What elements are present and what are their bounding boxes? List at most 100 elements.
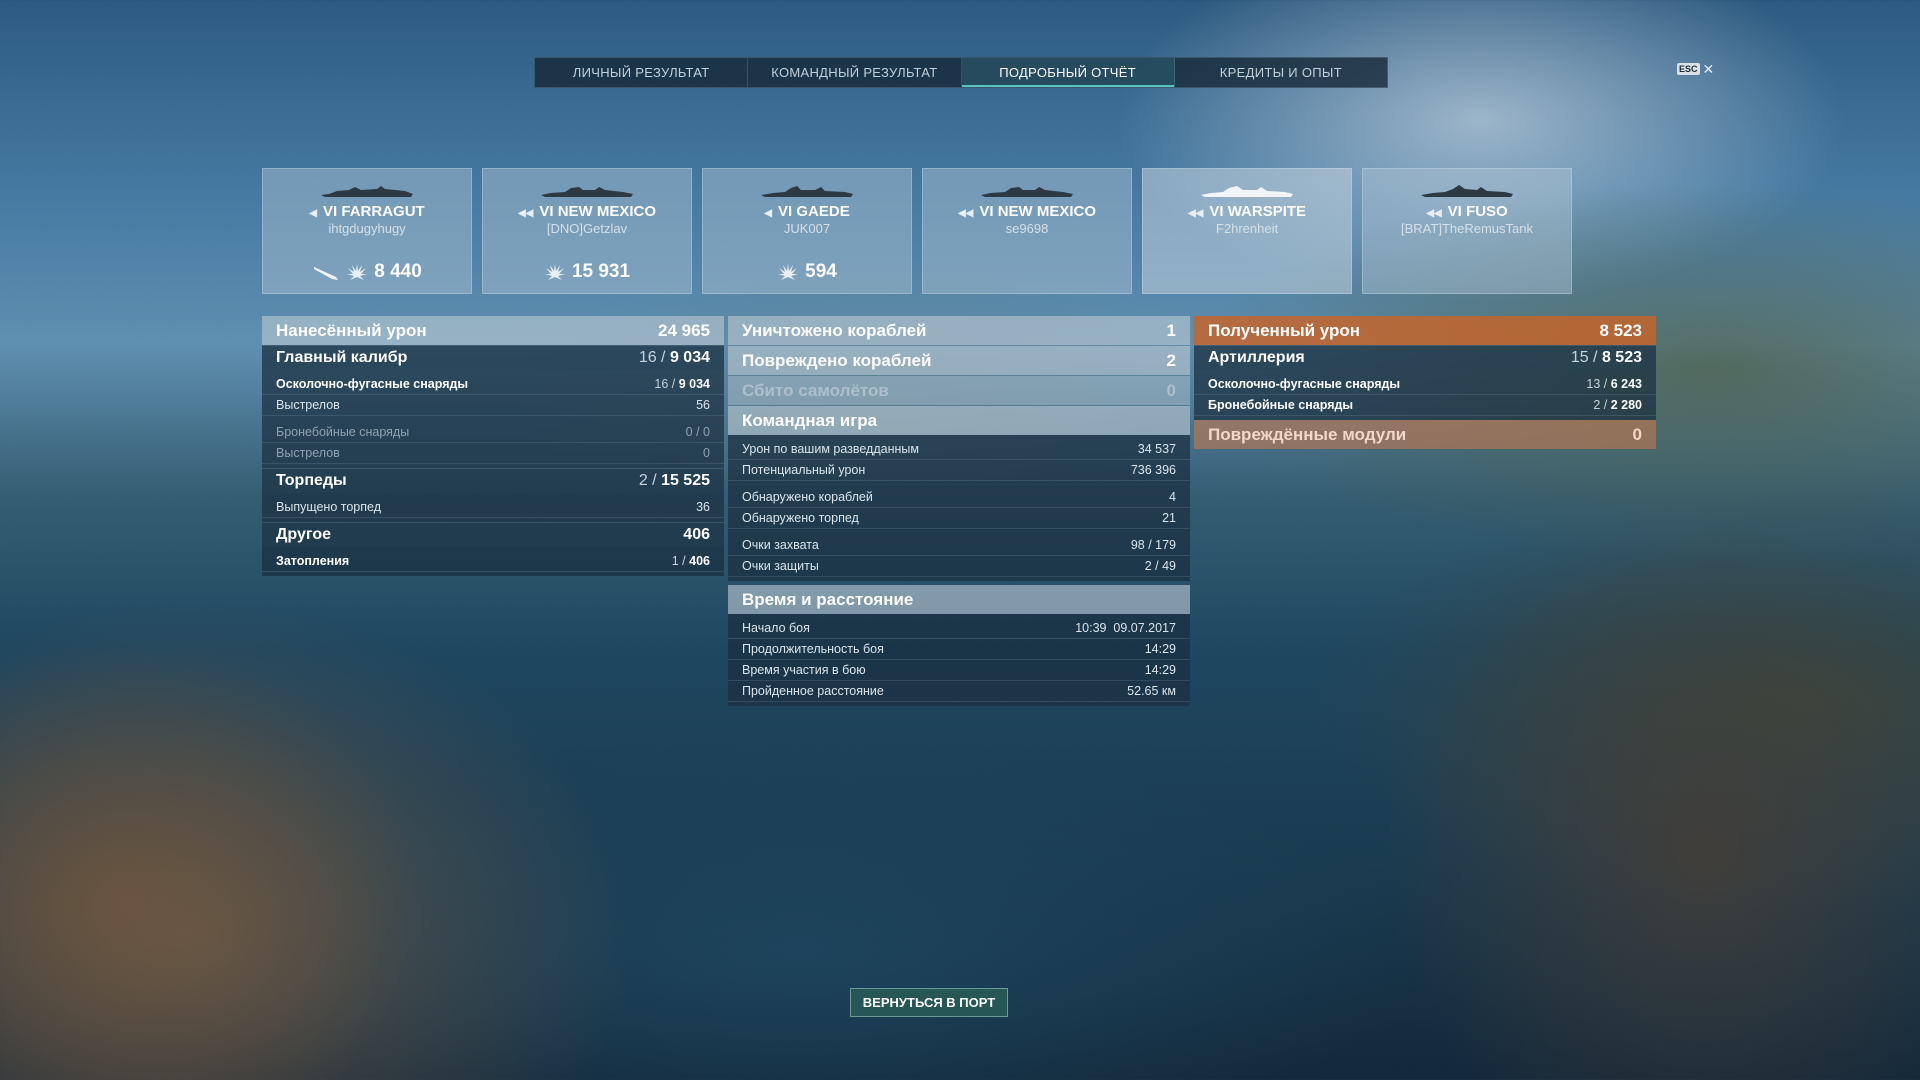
damage-icon xyxy=(778,264,799,280)
ships-destroyed-label: Уничтожено кораблей xyxy=(742,320,927,340)
tab-detailed-report[interactable]: ПОДРОБНЫЙ ОТЧЁТ xyxy=(961,58,1175,87)
row-label: Очки захвата xyxy=(742,538,819,552)
planes-shot-header: Сбито самолётов 0 xyxy=(728,376,1190,405)
ship-cards: ◀ VI FARRAGUT ihtgdugyhugy 8 440 ◀◀ VI NEW… xyxy=(262,168,1572,294)
capture-points-row: Очки захвата 98 / 179 xyxy=(728,535,1190,556)
torpedo-icon xyxy=(314,267,339,280)
damage-value: 15 931 xyxy=(571,261,631,282)
player-name: ihtgdugyhugy xyxy=(328,221,406,236)
damaged-modules-header: Повреждённые модули 0 xyxy=(1194,420,1656,449)
battle-start-row: Начало боя 10:39 09.07.2017 xyxy=(728,618,1190,639)
ship-silhouette-icon xyxy=(321,186,413,197)
ship-tier: VI xyxy=(1447,203,1462,220)
team-play-header: Командная игра xyxy=(728,406,1190,435)
return-to-port-button[interactable]: ВЕРНУТЬСЯ В ПОРТ xyxy=(850,988,1008,1017)
damage-icon xyxy=(347,264,368,280)
potential-damage-row: Потенциальный урон 736 396 xyxy=(728,460,1190,481)
ship-tier: VI xyxy=(1209,203,1224,220)
ship-card[interactable]: ◀◀ VI WARSPITE F2hrenheit xyxy=(1142,168,1352,294)
ship-name: ◀ VI GAEDE xyxy=(703,203,911,220)
ship-name: ◀◀ VI NEW MEXICO xyxy=(923,203,1131,220)
ship-damage: 594 xyxy=(703,261,911,283)
ship-damage: 15 931 xyxy=(483,261,691,283)
artillery-header: Артиллерия 15 / 8 523 xyxy=(1194,345,1656,370)
ship-name: ◀◀ VI WARSPITE xyxy=(1143,203,1351,220)
time-distance-header: Время и расстояние xyxy=(728,585,1190,614)
ships-spotted-row: Обнаружено кораблей 4 xyxy=(728,487,1190,508)
spotting-damage-row: Урон по вашим разведданным 34 537 xyxy=(728,439,1190,460)
ship-title: GAEDE xyxy=(796,203,850,220)
ship-tier: VI xyxy=(539,203,554,220)
tab-credits-xp[interactable]: КРЕДИТЫ И ОПЫТ xyxy=(1175,58,1387,87)
ship-tier: VI xyxy=(979,203,994,220)
tab-team-result[interactable]: КОМАНДНЫЙ РЕЗУЛЬТАТ xyxy=(748,58,962,87)
ship-card[interactable]: ◀ VI GAEDE JUK007 594 xyxy=(702,168,912,294)
row-label: Урон по вашим разведданным xyxy=(742,442,919,456)
torpedoes-header: Торпеды 2 / 15 525 xyxy=(262,468,724,493)
damage-dealt-label: Нанесённый урон xyxy=(276,320,427,340)
distance-row: Пройденное расстояние 52.65 км xyxy=(728,681,1190,702)
he-shells-row: Осколочно-фугасные снаряды 16 / 9 034 xyxy=(262,374,724,395)
torpedoes-value: 2 / 15 525 xyxy=(638,472,710,489)
ship-tier: VI xyxy=(323,203,338,220)
row-value: 10:39 09.07.2017 xyxy=(1075,621,1176,635)
close-icon: ✕ xyxy=(1702,61,1715,77)
he-shells-value: 16 / 9 034 xyxy=(654,377,710,391)
he-shots-label: Выстрелов xyxy=(276,398,340,412)
damage-dealt-panel: Нанесённый урон 24 965 Главный калибр 16… xyxy=(262,316,724,576)
damage-icon xyxy=(544,264,565,280)
ship-card[interactable]: ◀◀ VI FUSO [BRAT]TheRemusTank xyxy=(1362,168,1572,294)
main-caliber-label: Главный калибр xyxy=(276,349,408,366)
torpedoes-label: Торпеды xyxy=(276,472,347,489)
time-in-battle-row: Время участия в бою 14:29 xyxy=(728,660,1190,681)
ship-silhouette-icon xyxy=(541,187,633,197)
damage-value: 594 xyxy=(805,261,837,282)
main-caliber-value: 16 / 9 034 xyxy=(638,349,710,366)
damage-received-panel: Полученный урон 8 523 Артиллерия 15 / 8 … xyxy=(1194,316,1656,449)
ap-shots-value: 0 xyxy=(703,446,710,460)
tab-personal-result[interactable]: ЛИЧНЫЙ РЕЗУЛЬТАТ xyxy=(535,58,749,87)
time-distance-rows: Начало боя 10:39 09.07.2017 Продолжительн… xyxy=(728,614,1190,706)
battleship-icon: ◀◀ xyxy=(1426,208,1442,219)
battleship-icon: ◀◀ xyxy=(517,208,534,219)
ship-name: ◀◀ VI NEW MEXICO xyxy=(483,203,691,220)
player-name: F2hrenheit xyxy=(1215,221,1279,236)
damage-dealt-header: Нанесённый урон 24 965 xyxy=(262,316,724,345)
planes-shot-value: 0 xyxy=(1166,380,1176,400)
close-button[interactable]: ESC ✕ xyxy=(1677,62,1714,76)
torps-fired-value: 36 xyxy=(696,500,710,514)
background-rock xyxy=(0,600,640,1080)
player-name: [DNO]Getzlav xyxy=(546,221,628,236)
ships-destroyed-header: Уничтожено кораблей 1 xyxy=(728,316,1190,345)
received-ap-label: Бронебойные снаряды xyxy=(1208,398,1354,412)
result-tabs: ЛИЧНЫЙ РЕЗУЛЬТАТ КОМАНДНЫЙ РЕЗУЛЬТАТ ПОД… xyxy=(534,57,1388,88)
artillery-value: 15 / 8 523 xyxy=(1570,349,1642,366)
ship-title: FARRAGUT xyxy=(341,203,425,220)
ship-silhouette-icon xyxy=(981,187,1073,197)
player-name: JUK007 xyxy=(783,221,831,236)
artillery-rows: Осколочно-фугасные снаряды 13 / 6 243 Бр… xyxy=(1194,370,1656,420)
ship-card[interactable]: ◀ VI FARRAGUT ihtgdugyhugy 8 440 xyxy=(262,168,472,294)
row-label: Обнаружено кораблей xyxy=(742,490,873,504)
row-value: 98 / 179 xyxy=(1130,538,1176,552)
ship-name: ◀◀ VI FUSO xyxy=(1363,203,1571,220)
he-shells-label: Осколочно-фугасные снаряды xyxy=(276,377,469,391)
battleship-icon: ◀◀ xyxy=(1187,208,1204,219)
player-name: se9698 xyxy=(1005,221,1049,236)
row-label: Потенциальный урон xyxy=(742,463,866,477)
received-ap-row: Бронебойные снаряды 2 / 2 280 xyxy=(1194,395,1656,416)
ship-card[interactable]: ◀◀ VI NEW MEXICO se9698 xyxy=(922,168,1132,294)
team-play-rows: Урон по вашим разведданным 34 537 Потенци… xyxy=(728,435,1190,581)
ship-tier: VI xyxy=(778,203,793,220)
received-he-label: Осколочно-фугасные снаряды xyxy=(1208,377,1401,391)
row-value: 2 / 49 xyxy=(1144,559,1176,573)
other-rows: Затопления 1 / 406 xyxy=(262,547,724,576)
ap-shells-label: Бронебойные снаряды xyxy=(276,425,410,439)
row-label: Очки защиты xyxy=(742,559,819,573)
ship-card[interactable]: ◀◀ VI NEW MEXICO [DNO]Getzlav 15 931 xyxy=(482,168,692,294)
main-caliber-rows: Осколочно-фугасные снаряды 16 / 9 034 Вы… xyxy=(262,370,724,468)
ships-destroyed-value: 1 xyxy=(1166,320,1176,340)
flooding-label: Затопления xyxy=(276,554,350,568)
ship-silhouette-icon xyxy=(761,186,853,197)
received-he-row: Осколочно-фугасные снаряды 13 / 6 243 xyxy=(1194,374,1656,395)
